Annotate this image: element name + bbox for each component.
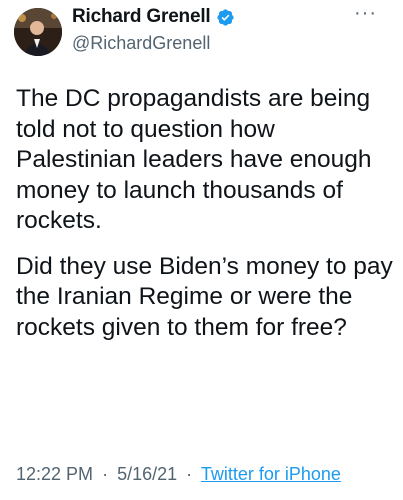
- tweet-source-link[interactable]: Twitter for iPhone: [201, 464, 341, 484]
- tweet-paragraph: The DC propagandists are being told not …: [16, 85, 372, 234]
- avatar-image: [14, 8, 62, 56]
- more-options-icon[interactable]: ···: [354, 2, 377, 25]
- author-handle[interactable]: @RichardGrenell: [72, 33, 210, 54]
- meta-separator: ·: [102, 464, 109, 484]
- verified-badge-icon: [216, 8, 234, 26]
- tweet-paragraph: Did they use Biden’s money to pay the Ir…: [16, 252, 393, 341]
- meta-separator: ·: [186, 464, 193, 484]
- tweet-text: The DC propagandists are being told not …: [16, 84, 396, 343]
- avatar[interactable]: [14, 8, 62, 56]
- tweet-date[interactable]: 5/16/21: [117, 464, 177, 484]
- author-name-row: Richard Grenell: [72, 6, 235, 28]
- tweet-time[interactable]: 12:22 PM: [16, 464, 93, 484]
- author-name[interactable]: Richard Grenell: [72, 6, 211, 28]
- tweet-meta: 12:22 PM · 5/16/21 · Twitter for iPhone: [16, 464, 341, 485]
